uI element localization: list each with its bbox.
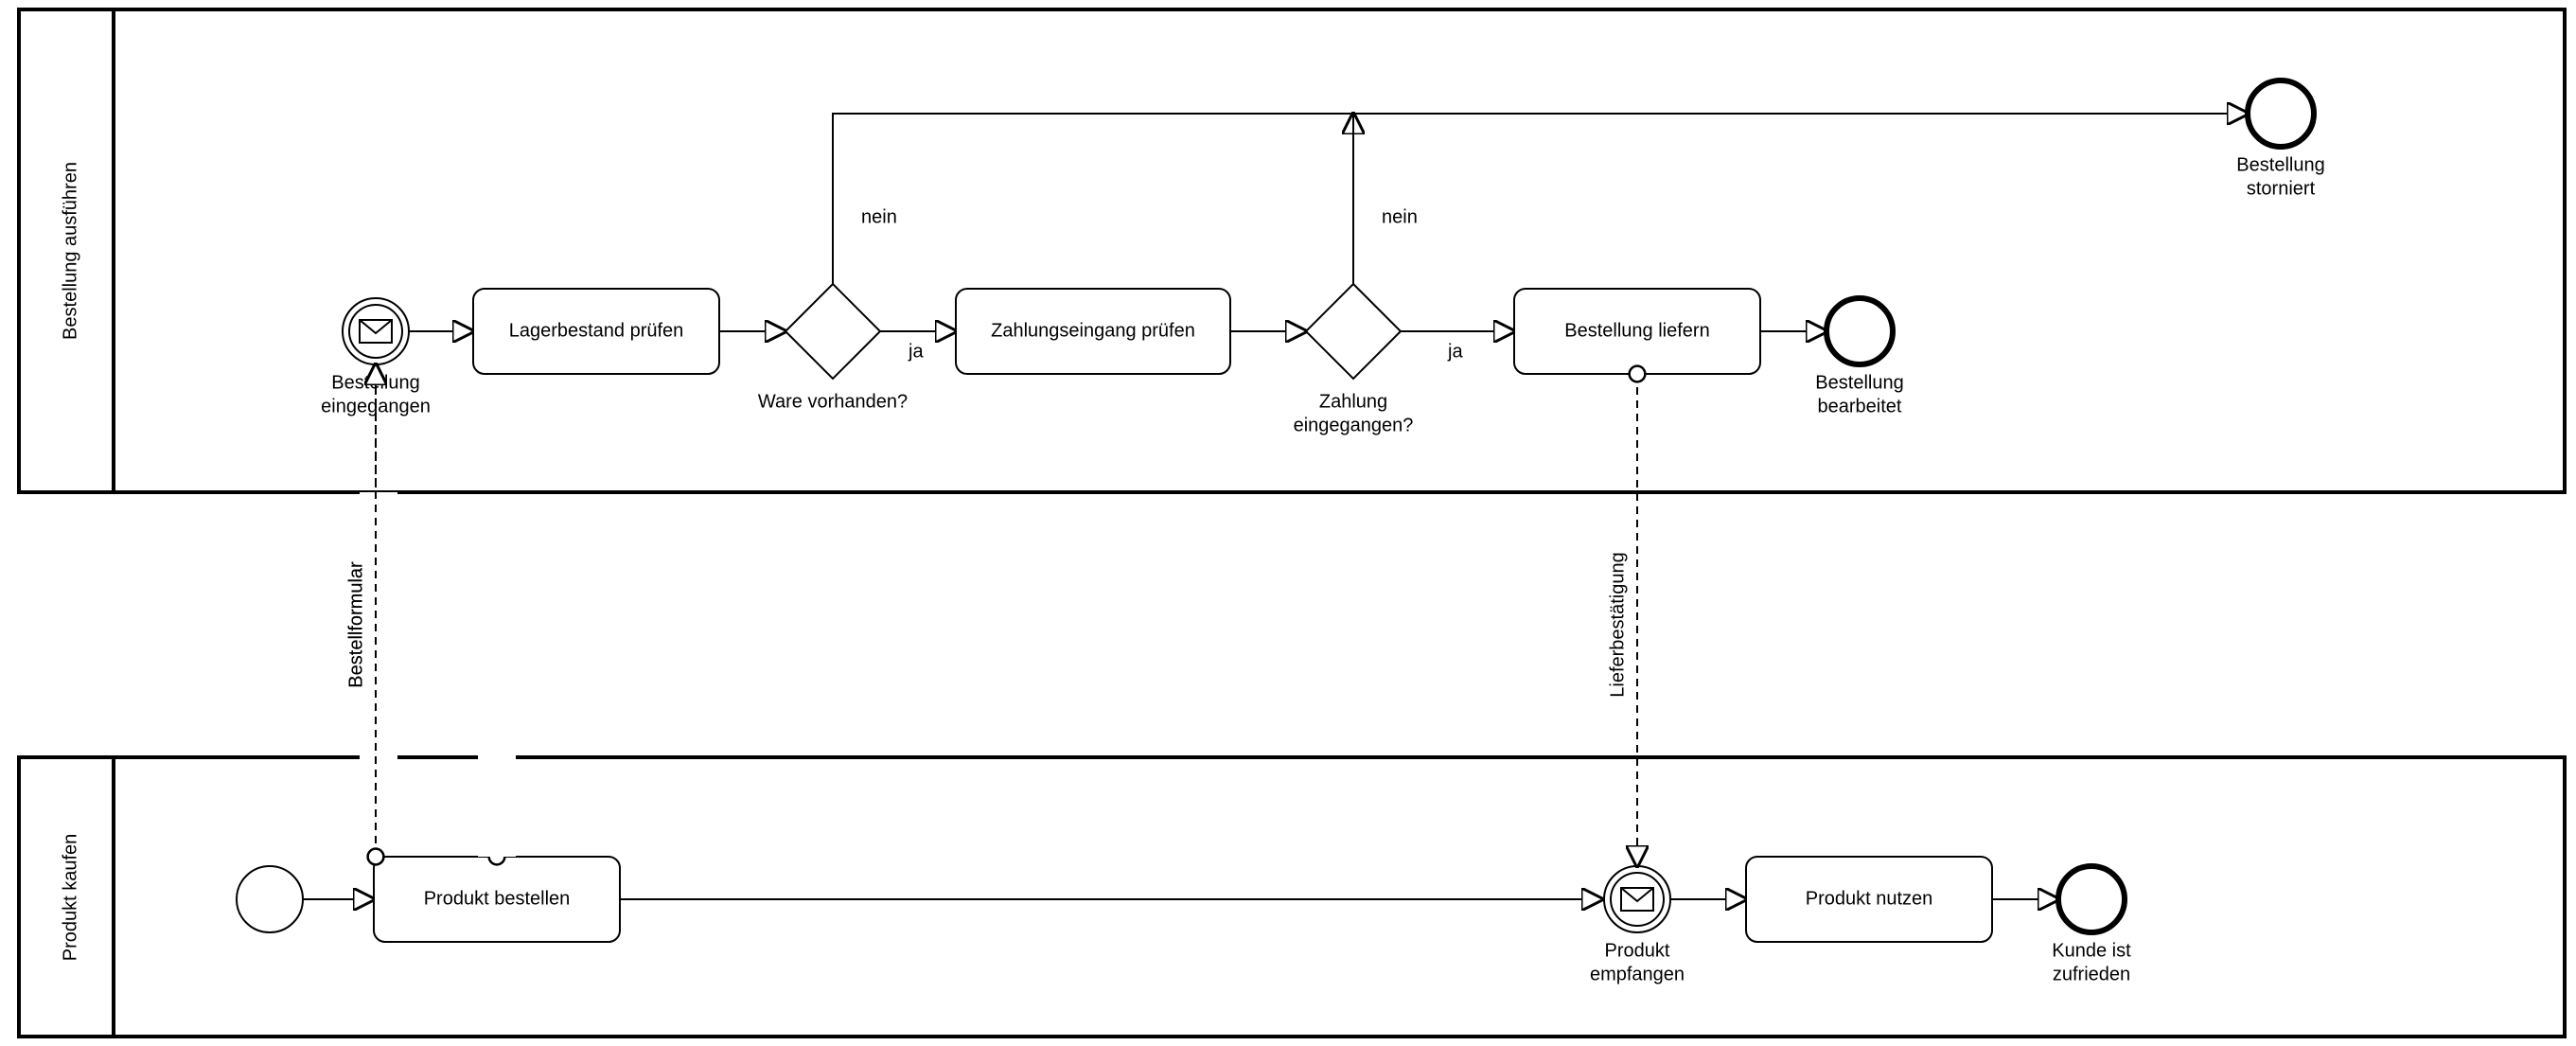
svg-text:bearbeitet: bearbeitet	[1818, 396, 1902, 417]
svg-text:eingegangen?: eingegangen?	[1294, 415, 1414, 435]
flow-label-yes: ja	[1447, 341, 1463, 362]
task-use-product: Produkt nutzen	[1746, 857, 1992, 942]
message-flow-delivery-confirmation-label: Lieferbestätigung	[1607, 552, 1628, 697]
task-order-product: Produkt bestellen	[374, 857, 620, 942]
flow-label-no: nein	[1382, 206, 1418, 227]
svg-text:Bestellformular: Bestellformular	[345, 561, 366, 688]
task-check-payment: Zahlungseingang prüfen	[956, 289, 1230, 374]
envelope-icon	[360, 320, 392, 343]
svg-text:Bestellung: Bestellung	[2236, 154, 2324, 175]
svg-text:zufrieden: zufrieden	[2053, 964, 2130, 984]
svg-text:Lagerbestand prüfen: Lagerbestand prüfen	[509, 320, 684, 341]
svg-text:Bestellung: Bestellung	[1815, 372, 1903, 393]
bpmn-diagram: Bestellung ausführen Bestellung eingegan…	[0, 0, 2576, 1046]
svg-text:Ware vorhanden?: Ware vorhanden?	[758, 391, 908, 412]
svg-text:Produkt bestellen: Produkt bestellen	[424, 888, 571, 909]
pool-top-label: Bestellung ausführen	[60, 162, 80, 340]
envelope-icon	[1621, 888, 1653, 911]
pool-top: Bestellung ausführen	[19, 9, 2565, 492]
svg-text:empfangen: empfangen	[1590, 964, 1685, 984]
task-deliver-order: Bestellung liefern	[1514, 289, 1760, 374]
pool-bottom-label: Produkt kaufen	[60, 834, 80, 962]
svg-text:Produkt: Produkt	[1605, 940, 1670, 961]
svg-text:Kunde ist: Kunde ist	[2052, 940, 2131, 961]
svg-text:Zahlung: Zahlung	[1319, 391, 1387, 412]
svg-text:Zahlungseingang prüfen: Zahlungseingang prüfen	[991, 320, 1195, 341]
flow-label-yes: ja	[908, 341, 924, 362]
svg-text:Bestellung liefern: Bestellung liefern	[1564, 320, 1709, 341]
svg-text:Produkt nutzen: Produkt nutzen	[1806, 888, 1933, 909]
task-check-stock: Lagerbestand prüfen	[473, 289, 719, 374]
svg-text:storniert: storniert	[2247, 178, 2316, 199]
flow-label-no: nein	[861, 206, 897, 227]
start-event-blank	[237, 866, 303, 932]
